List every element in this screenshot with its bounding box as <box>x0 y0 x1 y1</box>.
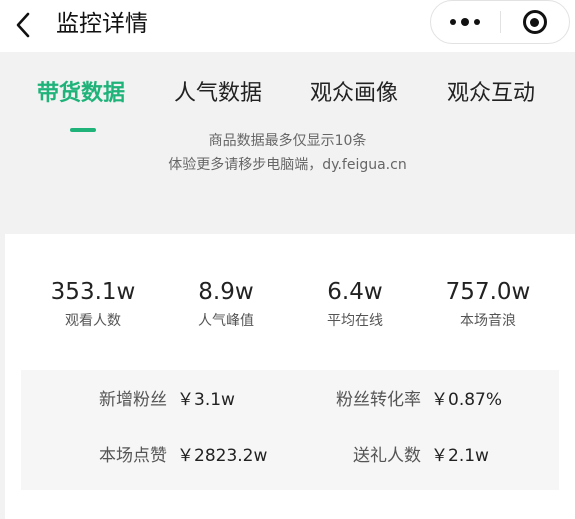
stat-average-online: 6.4w 平均在线 <box>290 276 420 332</box>
metric-new-fans-label: 新增粉丝 <box>99 390 167 410</box>
stat-value: 757.0w <box>445 279 531 305</box>
tab-audience-profile[interactable]: 观众画像 <box>310 78 398 110</box>
stat-viewers: 353.1w 观看人数 <box>28 276 158 332</box>
stat-label: 人气峰值 <box>198 313 254 329</box>
metric-new-fans-value: ￥3.1w <box>177 390 235 410</box>
more-menu-button[interactable] <box>431 0 500 44</box>
tab-audience-interaction[interactable]: 观众互动 <box>447 78 535 110</box>
metric-gift-givers-label: 送礼人数 <box>353 446 421 466</box>
metric-gift-givers-value: ￥2.1w <box>431 446 489 466</box>
metric-fan-conversion-label: 粉丝转化率 <box>336 390 421 410</box>
mini-program-capsule <box>430 0 570 44</box>
stat-value: 6.4w <box>327 279 383 305</box>
metric-likes-label: 本场点赞 <box>99 446 167 466</box>
close-mini-program-button[interactable] <box>501 0 570 44</box>
chevron-left-icon <box>16 12 30 38</box>
more-dots-icon <box>450 18 481 26</box>
metrics-panel: 新增粉丝 ￥3.1w 粉丝转化率 ￥0.87% 本场点赞 ￥2823.2w 送礼… <box>21 370 559 490</box>
metric-likes-value: ￥2823.2w <box>177 446 268 466</box>
stat-peak-popularity: 8.9w 人气峰值 <box>161 276 291 332</box>
notice-line-1: 商品数据最多仅显示10条 <box>208 133 367 149</box>
stats-card: 353.1w 观看人数 8.9w 人气峰值 6.4w 平均在线 757.0w 本… <box>5 234 575 519</box>
stat-value: 8.9w <box>198 279 254 305</box>
tab-sales-data[interactable]: 带货数据 <box>37 78 125 110</box>
back-button[interactable] <box>10 10 36 40</box>
stat-sound-waves: 757.0w 本场音浪 <box>423 276 553 332</box>
tab-popularity-data[interactable]: 人气数据 <box>174 78 262 110</box>
page-title: 监控详情 <box>56 11 148 37</box>
stat-label: 本场音浪 <box>460 313 516 329</box>
stat-label: 平均在线 <box>327 313 383 329</box>
metric-fan-conversion-value: ￥0.87% <box>431 390 503 410</box>
notice-line-2: 体验更多请移步电脑端，dy.feigua.cn <box>168 157 407 173</box>
stat-value: 353.1w <box>50 279 136 305</box>
stat-label: 观看人数 <box>65 313 121 329</box>
nav-bar: 监控详情 <box>0 0 575 52</box>
target-circle-icon <box>522 10 547 34</box>
